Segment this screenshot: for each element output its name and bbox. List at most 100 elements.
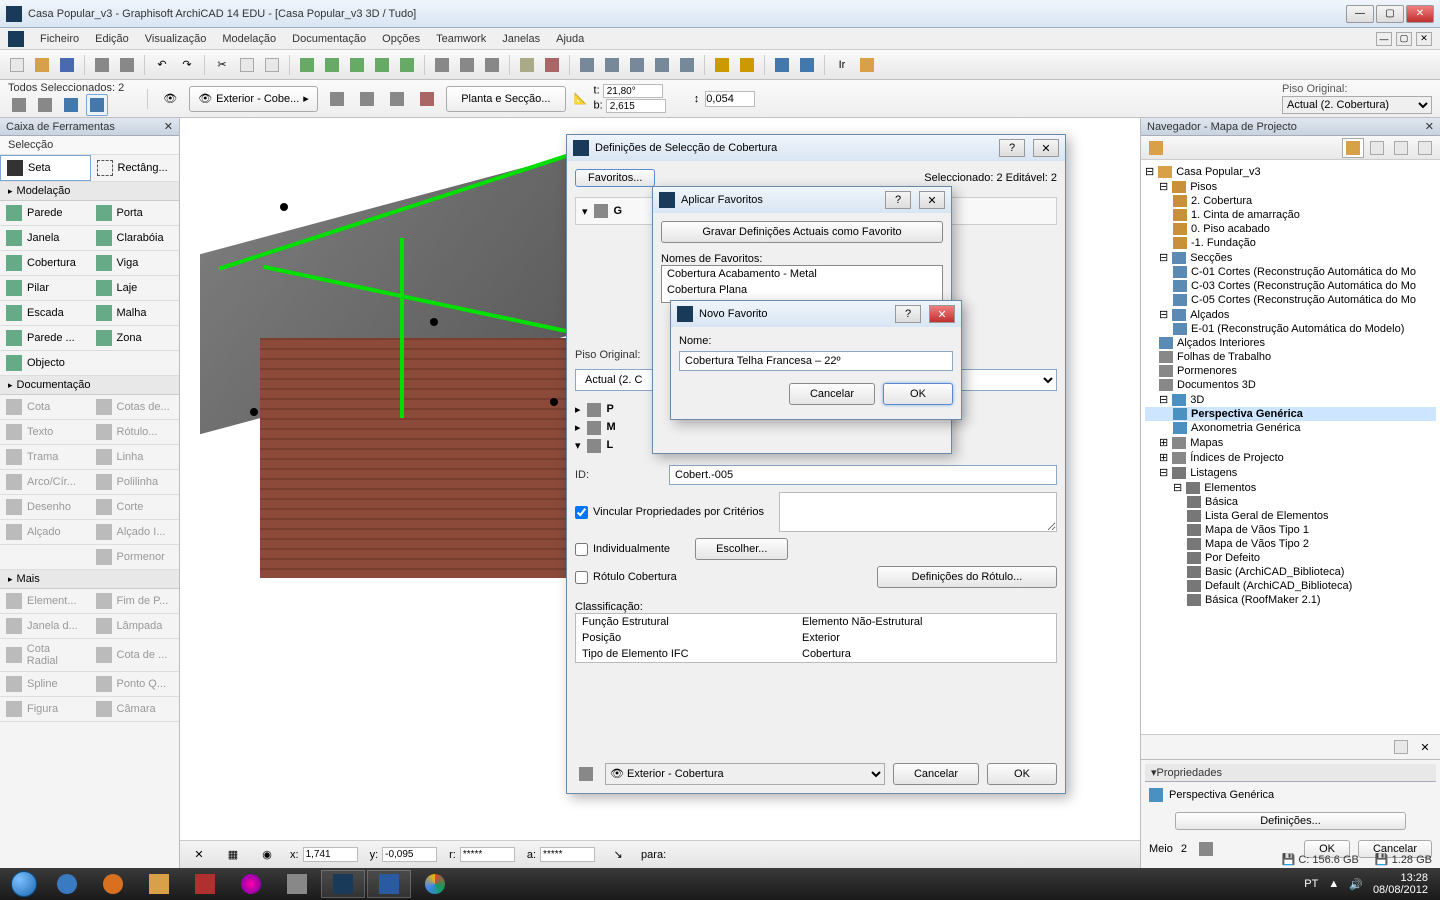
sect-geometry-header[interactable]: G xyxy=(614,205,623,217)
tool-cotaradial[interactable]: Cota Radial xyxy=(0,639,90,671)
tool-malha[interactable]: Malha xyxy=(90,301,180,325)
toolbox-close-icon[interactable]: ✕ xyxy=(164,120,173,133)
tool-pontoq[interactable]: Ponto Q... xyxy=(90,672,180,696)
tb-dim[interactable] xyxy=(736,54,758,76)
tree-folhas[interactable]: Folhas de Trabalho xyxy=(1145,350,1436,364)
escolher-button[interactable]: Escolher... xyxy=(695,538,788,560)
mdi-restore[interactable]: ▢ xyxy=(1396,32,1412,46)
sb-arrow-icon[interactable]: ↘ xyxy=(607,844,629,866)
mdi-close[interactable]: ✕ xyxy=(1416,32,1432,46)
indiv-checkbox[interactable] xyxy=(575,543,588,556)
tray-network-icon[interactable]: 🔊 xyxy=(1349,878,1363,891)
tree-seccoes[interactable]: ⊟Secções xyxy=(1145,250,1436,265)
mdi-minimize[interactable]: — xyxy=(1376,32,1392,46)
start-button[interactable] xyxy=(4,869,44,899)
sb-cross-icon[interactable]: ✕ xyxy=(188,844,210,866)
tool-marquee[interactable]: Rectâng... xyxy=(91,155,180,181)
navigator-close-icon[interactable]: ✕ xyxy=(1425,120,1434,133)
tb-home[interactable] xyxy=(856,54,878,76)
tool-janela[interactable]: Janela xyxy=(0,226,90,250)
offset-input[interactable] xyxy=(705,91,755,107)
dlg-fav-close[interactable]: ✕ xyxy=(919,191,945,209)
tb-tool-1[interactable] xyxy=(296,54,318,76)
tb-misc-e[interactable] xyxy=(676,54,698,76)
tree-list-item[interactable]: Mapa de Vãos Tipo 1 xyxy=(1145,523,1436,537)
navigator-tree[interactable]: ⊟Casa Popular_v3 ⊟Pisos 2. Cobertura1. C… xyxy=(1141,160,1440,734)
tool-pilar[interactable]: Pilar xyxy=(0,276,90,300)
maximize-button[interactable]: ▢ xyxy=(1376,5,1404,23)
dlg-settings-help[interactable]: ? xyxy=(999,139,1025,157)
menu-janelas[interactable]: Janelas xyxy=(494,30,548,48)
tool-element[interactable]: Element... xyxy=(0,589,90,613)
task-word[interactable] xyxy=(367,870,411,898)
tool-arcocr[interactable]: Arco/Cír... xyxy=(0,470,90,494)
tool-spline[interactable]: Spline xyxy=(0,672,90,696)
sect-p[interactable]: P xyxy=(607,403,614,417)
ib-eye-icon[interactable]: 👁 xyxy=(159,88,181,110)
tree-list-item[interactable]: Básica xyxy=(1145,495,1436,509)
prop-toggle[interactable] xyxy=(1195,838,1217,860)
tree-pormen[interactable]: Pormenores xyxy=(1145,364,1436,378)
tb-guide[interactable]: Ir xyxy=(831,54,853,76)
nav-bottom-1[interactable] xyxy=(1390,737,1412,757)
tb-view-3[interactable] xyxy=(481,54,503,76)
tool-janelad[interactable]: Janela d... xyxy=(0,614,90,638)
tool-alado[interactable]: Alçado xyxy=(0,520,90,544)
menu-documentacao[interactable]: Documentação xyxy=(284,30,374,48)
class-row[interactable]: Função EstruturalElemento Não-Estrutural xyxy=(576,614,1056,630)
cat-documentacao[interactable]: Documentação xyxy=(0,376,179,395)
dlg-new-help[interactable]: ? xyxy=(895,305,921,323)
tree-list-item[interactable]: Por Defeito xyxy=(1145,551,1436,565)
tb-view-1[interactable] xyxy=(431,54,453,76)
floor-select[interactable]: Actual (2. Cobertura) xyxy=(1282,96,1432,114)
nome-input[interactable] xyxy=(679,351,953,371)
plan-section-button[interactable]: Planta e Secção... xyxy=(446,86,566,112)
sb-grid-icon[interactable]: ▦ xyxy=(222,844,244,866)
task-ie[interactable] xyxy=(45,870,89,898)
tb-save[interactable] xyxy=(56,54,78,76)
task-app1[interactable] xyxy=(229,870,273,898)
tree-floor[interactable]: -1. Fundação xyxy=(1145,236,1436,250)
tray-flag-icon[interactable]: ▲ xyxy=(1328,878,1339,890)
tool-texto[interactable]: Texto xyxy=(0,420,90,444)
ib-mode-1[interactable] xyxy=(326,88,348,110)
tree-list-item[interactable]: Lista Geral de Elementos xyxy=(1145,509,1436,523)
nav-tab-2[interactable] xyxy=(1366,138,1388,158)
vinc-checkbox[interactable] xyxy=(575,506,588,519)
tool-[interactable] xyxy=(90,351,180,375)
nav-bottom-2[interactable]: ✕ xyxy=(1414,737,1436,757)
tool-parede[interactable]: Parede ... xyxy=(0,326,90,350)
tb-misc-d[interactable] xyxy=(651,54,673,76)
menu-edicao[interactable]: Edição xyxy=(87,30,137,48)
cat-mais[interactable]: Mais xyxy=(0,570,179,589)
tb-cut[interactable]: ✂ xyxy=(211,54,233,76)
tb-measure[interactable] xyxy=(711,54,733,76)
sb-a[interactable] xyxy=(540,847,595,862)
b-input[interactable] xyxy=(606,99,666,113)
tool-linha[interactable]: Linha xyxy=(90,445,180,469)
tray-clock[interactable]: 13:28 08/08/2012 xyxy=(1373,872,1428,896)
tree-floor[interactable]: 1. Cinta de amarração xyxy=(1145,208,1436,222)
nav-tab-4[interactable] xyxy=(1414,138,1436,158)
tool-cmara[interactable]: Câmara xyxy=(90,697,180,721)
def-rotulo-button[interactable]: Definições do Rótulo... xyxy=(877,566,1057,588)
bottom-layer-icon[interactable] xyxy=(575,763,597,785)
tool-viga[interactable]: Viga xyxy=(90,251,180,275)
tree-elevation[interactable]: E-01 (Reconstrução Automática do Modelo) xyxy=(1145,322,1436,336)
menu-visualizacao[interactable]: Visualização xyxy=(137,30,215,48)
fav-item-0[interactable]: Cobertura Acabamento - Metal xyxy=(662,266,942,282)
ib-geom-2[interactable] xyxy=(34,94,56,116)
sect-l[interactable]: L xyxy=(607,439,614,453)
menu-opcoes[interactable]: Opções xyxy=(374,30,428,48)
sb-r[interactable] xyxy=(460,847,515,862)
tb-view-2[interactable] xyxy=(456,54,478,76)
ib-geom-4[interactable] xyxy=(86,94,108,116)
tree-list-item[interactable]: Default (ArchiCAD_Biblioteca) xyxy=(1145,579,1436,593)
favoritos-list[interactable]: Cobertura Acabamento - Metal Cobertura P… xyxy=(661,265,943,303)
tree-list-item[interactable]: Basic (ArchiCAD_Biblioteca) xyxy=(1145,565,1436,579)
tree-floor[interactable]: 2. Cobertura xyxy=(1145,194,1436,208)
tree-axon[interactable]: Axonometria Genérica xyxy=(1145,421,1436,435)
view-dropdown[interactable]: 👁 Exterior - Cobe... ▸ xyxy=(189,86,318,112)
tree-floor[interactable]: 0. Piso acabado xyxy=(1145,222,1436,236)
menu-ficheiro[interactable]: Ficheiro xyxy=(32,30,87,48)
